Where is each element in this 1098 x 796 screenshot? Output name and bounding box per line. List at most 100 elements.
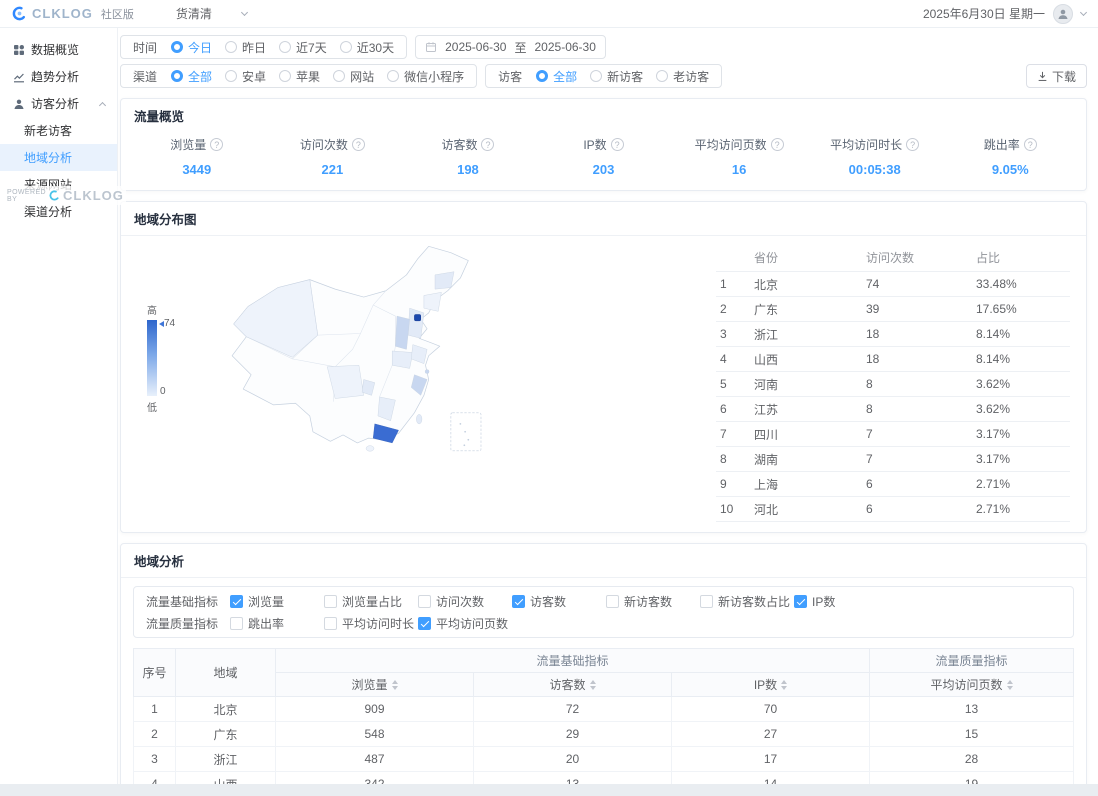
- checkbox-visits[interactable]: 访问次数: [418, 593, 512, 610]
- time-radio-yesterday[interactable]: 昨日: [225, 39, 266, 56]
- map-table-cell: 北京: [750, 271, 862, 297]
- china-map[interactable]: [181, 240, 716, 522]
- layout: 数据概览 趋势分析 访客分析 新老访客 地域分析 来源网站 渠道分析 POWER…: [0, 28, 1098, 784]
- sidebar-item-visitor-analysis[interactable]: 访客分析: [0, 90, 117, 117]
- sidebar-item-source-website[interactable]: 来源网站: [0, 171, 117, 198]
- chevron-down-icon[interactable]: [1079, 8, 1088, 17]
- help-icon[interactable]: ?: [906, 138, 920, 151]
- sidebar-item-region-analysis[interactable]: 地域分析: [0, 144, 117, 171]
- time-radio-today[interactable]: 今日: [171, 39, 212, 56]
- visitor-radio-new[interactable]: 新访客: [590, 68, 643, 85]
- date-start-value[interactable]: 2025-06-30: [445, 40, 506, 54]
- checkbox-label: 新访客数占比: [718, 594, 791, 609]
- checkbox-icon: [230, 616, 243, 630]
- channel-radio-wechat-mini[interactable]: 微信小程序: [387, 68, 464, 85]
- download-button[interactable]: 下载: [1025, 64, 1087, 88]
- map-table-row: 3 浙江 18 8.14%: [716, 321, 1070, 347]
- map-table-header-row: 省份 访问次数 占比: [716, 244, 1070, 272]
- project-select[interactable]: 货清清: [176, 5, 248, 22]
- metric-label: 平均访问时长: [830, 138, 903, 152]
- topbar: CLKLOG 社区版 货清清 2025年6月30日 星期一: [0, 0, 1098, 28]
- map-table-cell: 河北: [750, 496, 862, 522]
- checkbox-avg-duration[interactable]: 平均访问时长: [324, 615, 418, 632]
- sort-icon[interactable]: [1006, 679, 1013, 690]
- ips-column-header[interactable]: IP数: [671, 672, 870, 697]
- province-henan: [392, 350, 414, 369]
- avatar[interactable]: [1053, 3, 1073, 24]
- help-icon[interactable]: ?: [610, 138, 624, 151]
- analysis-table-cell: 27: [671, 721, 870, 747]
- map-legend: 高 74 0 低: [147, 302, 181, 522]
- radio-label: 苹果: [296, 69, 321, 84]
- analysis-table-cell: 70: [671, 696, 870, 722]
- basic-metrics-row: 流量基础指标 浏览量 浏览量占比 访问次数 访客数 新访客数 新访客数占比 IP…: [146, 593, 1061, 609]
- checkbox-new-visitors[interactable]: 新访客数: [606, 593, 700, 610]
- radio-label: 微信小程序: [404, 69, 465, 84]
- radio-icon: [225, 41, 238, 53]
- date-range-picker[interactable]: 2025-06-30 至 2025-06-30: [415, 35, 606, 59]
- channel-radio-android[interactable]: 安卓: [225, 68, 266, 85]
- time-radio-30days[interactable]: 近30天: [339, 39, 394, 56]
- checkbox-label: IP数: [812, 594, 836, 609]
- visits-column-header: 访问次数: [862, 244, 972, 272]
- analysis-table-row: 4山西342131419: [133, 771, 1074, 784]
- checkbox-icon: [512, 594, 525, 608]
- map-table-cell: 5: [716, 371, 750, 397]
- visitor-radio-all[interactable]: 全部: [536, 68, 577, 85]
- sidebar-item-trend-analysis[interactable]: 趋势分析: [0, 63, 117, 90]
- time-radio-7days[interactable]: 近7天: [279, 39, 327, 56]
- visitors-column-header[interactable]: 访客数: [473, 672, 672, 697]
- sidebar-item-channel-analysis[interactable]: 渠道分析: [0, 198, 117, 225]
- sort-icon[interactable]: [781, 679, 788, 690]
- map-table-cell: 2: [716, 296, 750, 322]
- map-table-cell: 江苏: [750, 396, 862, 422]
- app-root: CLKLOG 社区版 货清清 2025年6月30日 星期一 数据概览 趋势分析 …: [0, 0, 1098, 784]
- checkbox-icon: [418, 594, 431, 608]
- map-card-body: 高 74 0 低 省份 访问次数 占比 1 北京 74 33.48% 2 广东 …: [121, 236, 1086, 532]
- sort-icon[interactable]: [589, 679, 596, 690]
- sidebar-item-label: 来源网站: [24, 178, 73, 192]
- help-icon[interactable]: ?: [770, 138, 784, 151]
- checkbox-icon: [794, 594, 807, 608]
- map-table-cell: 8: [716, 446, 750, 472]
- channel-radio-all[interactable]: 全部: [171, 68, 212, 85]
- checkbox-pageviews[interactable]: 浏览量: [230, 593, 324, 610]
- province-beijing: [414, 314, 421, 322]
- metric-value: 16: [731, 162, 747, 177]
- checkbox-bounce-rate[interactable]: 跳出率: [230, 615, 324, 632]
- help-icon[interactable]: ?: [351, 138, 365, 151]
- pageviews-column-header[interactable]: 浏览量: [275, 672, 474, 697]
- radio-label: 安卓: [242, 69, 267, 84]
- checkbox-ips[interactable]: IP数: [794, 593, 888, 610]
- sidebar-item-new-old-visitors[interactable]: 新老访客: [0, 117, 117, 144]
- quality-metrics-group-header: 流量质量指标: [869, 648, 1074, 673]
- avg-pages-column-header[interactable]: 平均访问页数: [869, 672, 1074, 697]
- metric-avg-duration: 平均访问时长? 00:05:38: [807, 136, 943, 177]
- channel-radio-website[interactable]: 网站: [333, 68, 374, 85]
- radio-label: 近7天: [296, 40, 327, 55]
- analysis-table-cell: 342: [275, 771, 474, 784]
- visitor-radio-returning[interactable]: 老访客: [656, 68, 709, 85]
- analysis-table-cell: 14: [671, 771, 870, 784]
- map-table-cell: 山西: [750, 346, 862, 372]
- help-icon[interactable]: ?: [210, 138, 224, 151]
- analysis-table-cell: 4: [133, 771, 176, 784]
- checkbox-avg-pages[interactable]: 平均访问页数: [418, 615, 512, 632]
- checkbox-label: 平均访问时长: [342, 616, 415, 631]
- sidebar-item-data-overview[interactable]: 数据概览: [0, 36, 117, 63]
- date-end-value[interactable]: 2025-06-30: [535, 40, 596, 54]
- checkbox-pageviews-share[interactable]: 浏览量占比: [324, 593, 418, 610]
- sort-icon[interactable]: [391, 679, 398, 690]
- map-table-cell: 6: [862, 496, 972, 522]
- map-table-row: 1 北京 74 33.48%: [716, 271, 1070, 297]
- checkbox-visitors[interactable]: 访客数: [512, 593, 606, 610]
- checkbox-new-visitors-share[interactable]: 新访客数占比: [700, 593, 794, 610]
- analysis-table-body: 1北京9097270132广东5482927153浙江4872017284山西3…: [133, 696, 1074, 784]
- metric-value: 3449: [182, 162, 212, 177]
- time-filter-group: 时间 今日 昨日 近7天 近30天: [120, 35, 408, 59]
- channel-radio-ios[interactable]: 苹果: [279, 68, 320, 85]
- map-table-cell: 浙江: [750, 321, 862, 347]
- metric-value: 00:05:38: [848, 162, 901, 177]
- help-icon[interactable]: ?: [481, 138, 495, 151]
- help-icon[interactable]: ?: [1023, 138, 1037, 151]
